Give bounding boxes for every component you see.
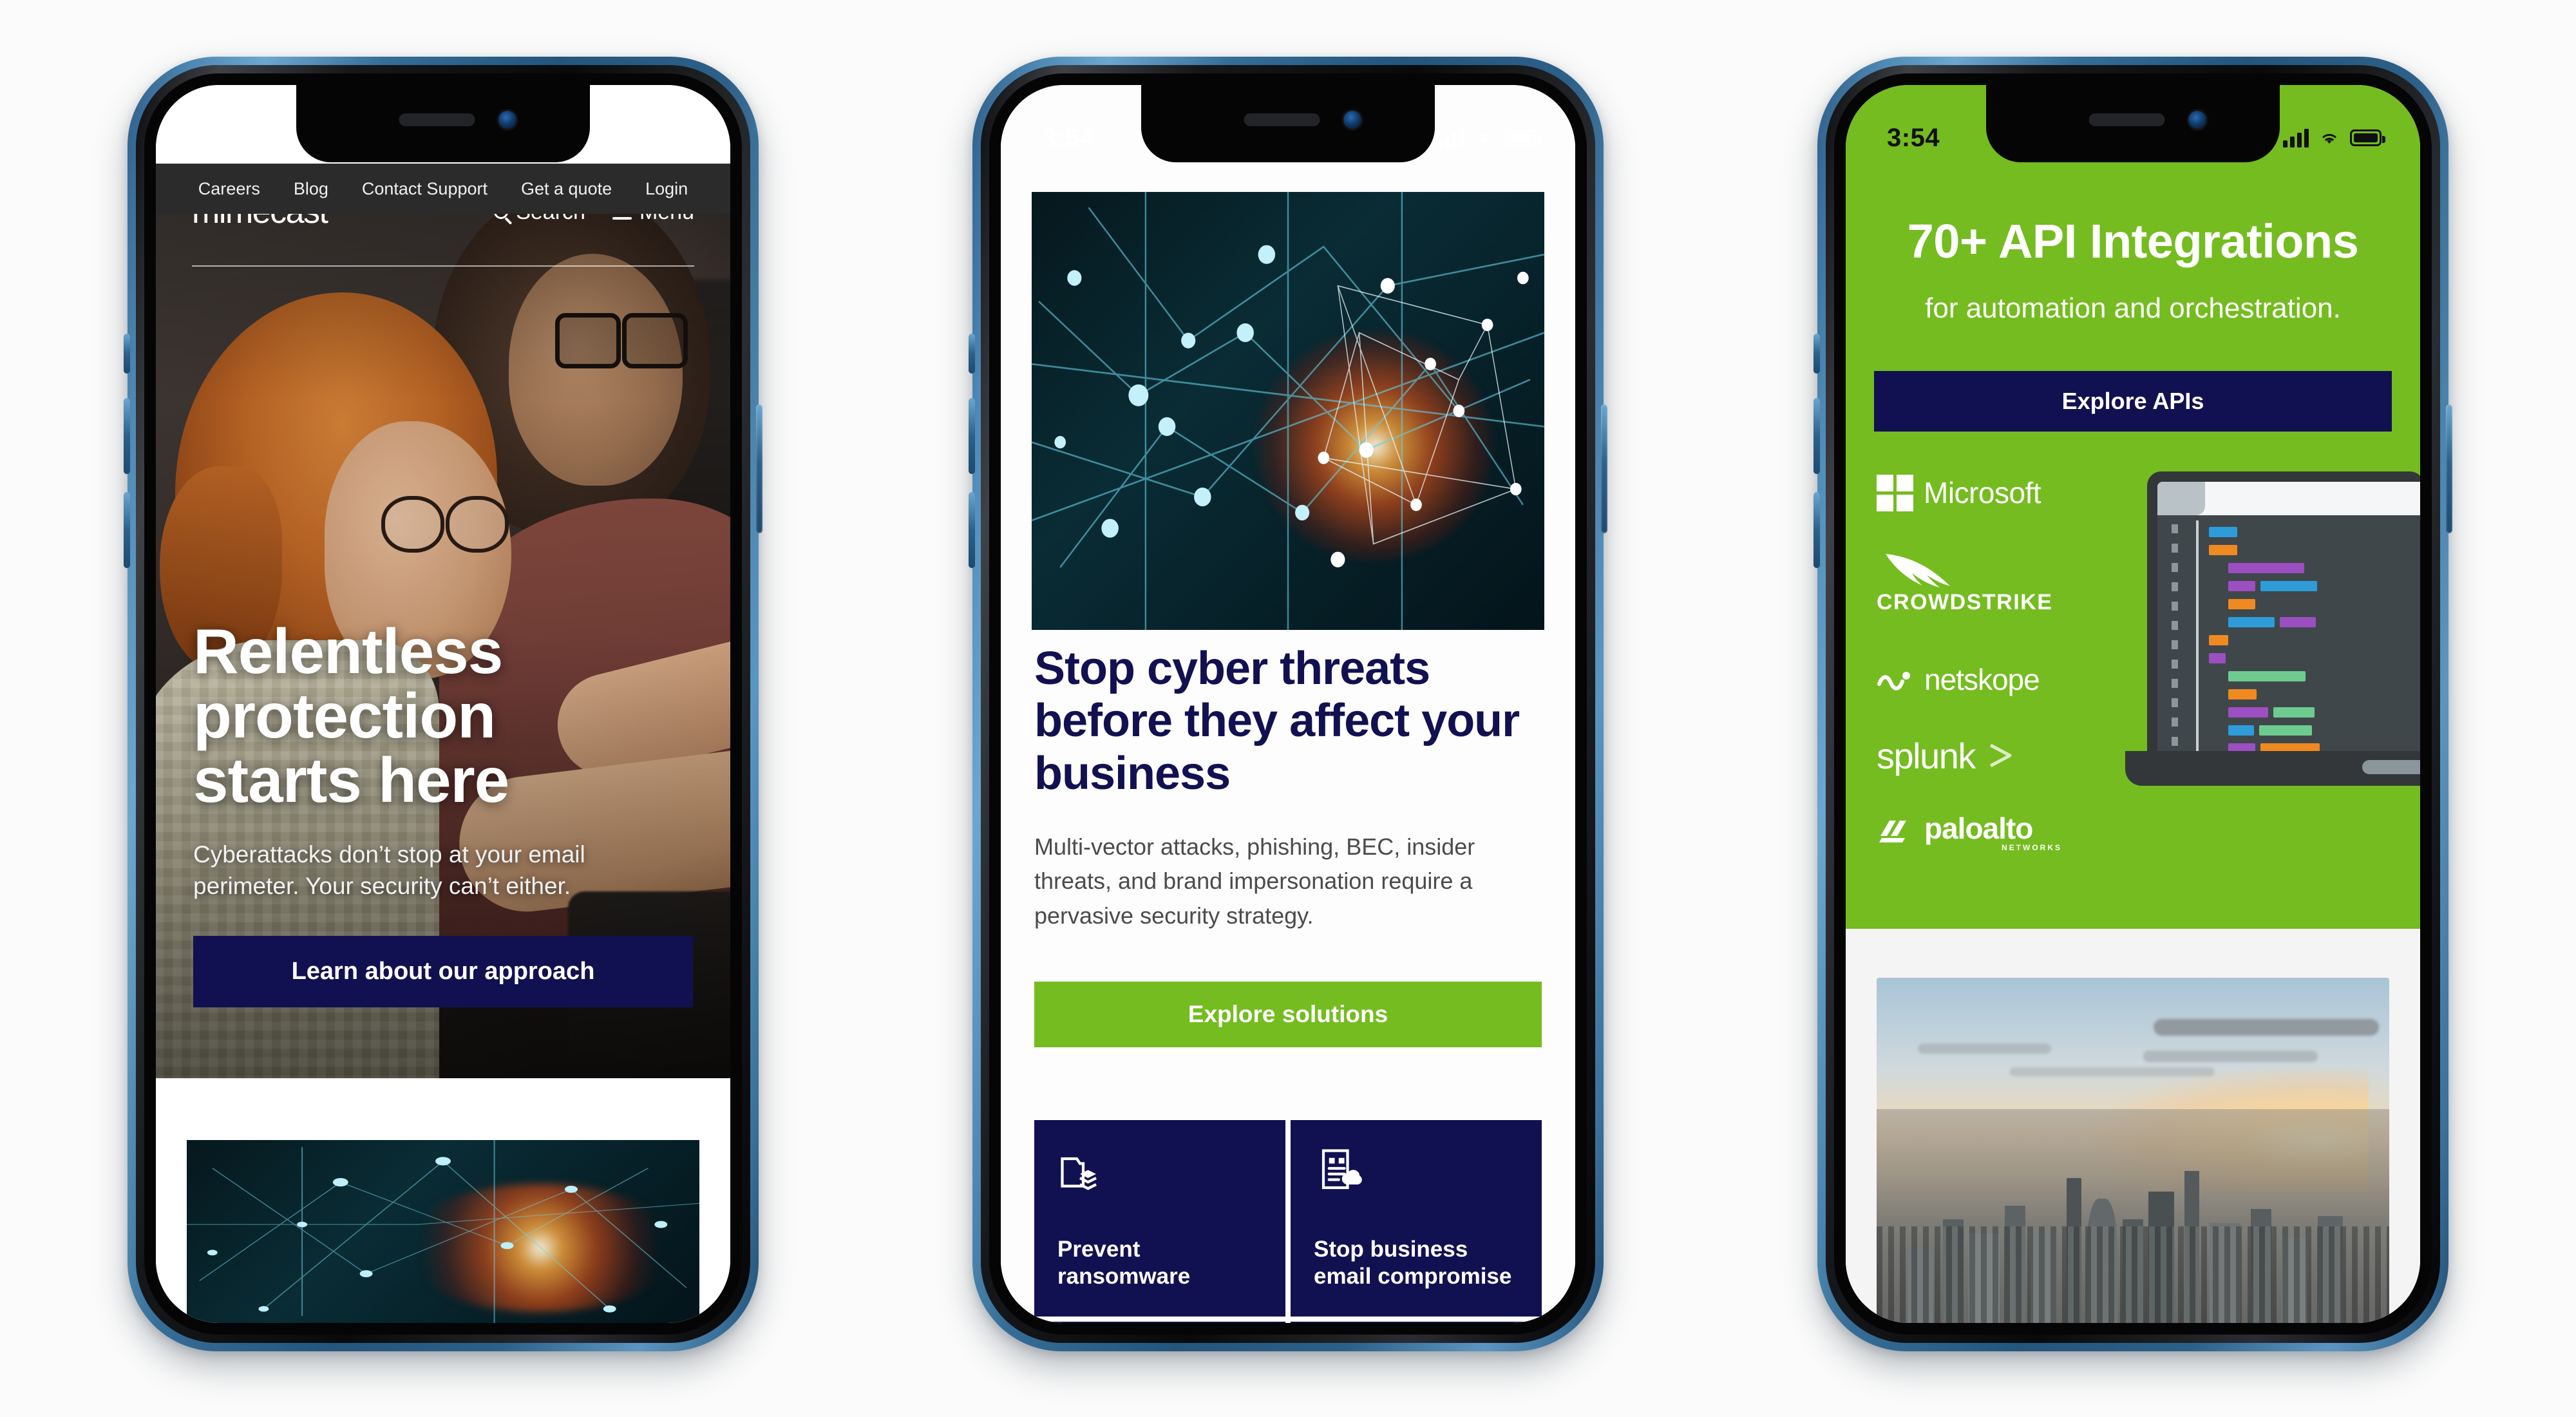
power-button[interactable] <box>1601 404 1607 533</box>
phone-screen-2: Stop cyber threats before they affect yo… <box>1001 85 1575 1323</box>
netskope-logo-icon <box>1877 672 1910 690</box>
silent-switch[interactable] <box>1814 334 1820 374</box>
network-threat-image <box>1032 192 1544 630</box>
utility-nav-item-careers[interactable]: Careers <box>198 179 260 199</box>
phone-screen-1: mimecast· Search Menu <box>156 85 730 1323</box>
volume-up-button[interactable] <box>1814 398 1820 474</box>
explore-solutions-button[interactable]: Explore solutions <box>1034 981 1542 1047</box>
solutions-copy: Stop cyber threats before they affect yo… <box>1034 643 1542 1047</box>
volume-down-button[interactable] <box>969 492 975 568</box>
hero-heading-line-2: protection <box>193 680 496 751</box>
partner-name: netskope <box>1924 663 2040 696</box>
phone-screen-3: 70+ API Integrations for automation and … <box>1846 85 2420 1323</box>
silent-switch[interactable] <box>969 334 975 374</box>
tile-three[interactable] <box>1034 1322 1285 1323</box>
explore-apis-button[interactable]: Explore APIs <box>1874 371 2392 432</box>
partner-crowdstrike[interactable]: CROWDSTRIKE <box>1877 547 2141 625</box>
display-notch <box>1141 85 1435 162</box>
tile-stop-business-email-compromise[interactable]: Stop business email compromise <box>1291 1120 1542 1317</box>
partner-paloalto[interactable]: paloalto NETWORKS <box>1877 810 2141 853</box>
silent-switch[interactable] <box>124 334 130 374</box>
power-button[interactable] <box>2446 404 2452 533</box>
folder-layers-icon <box>1057 1146 1262 1217</box>
earpiece-speaker <box>2088 113 2165 126</box>
hero-heading-line-1: Relentless <box>193 615 503 687</box>
learn-about-approach-button[interactable]: Learn about our approach <box>193 936 693 1007</box>
microsoft-logo-icon <box>1877 474 1913 511</box>
partner-subname: NETWORKS <box>2002 843 2062 852</box>
tile-prevent-ransomware[interactable]: Prevent ransomware <box>1034 1120 1285 1317</box>
partner-name: CROWDSTRIKE <box>1877 590 2053 614</box>
heading-line-2: before they affect your <box>1034 695 1520 747</box>
solution-tile-grid: Prevent ransomware Stop business email c… <box>1034 1120 1542 1323</box>
front-camera <box>2188 111 2206 129</box>
front-camera <box>1343 111 1361 129</box>
volume-down-button[interactable] <box>1814 492 1820 568</box>
utility-nav-item-get-a-quote[interactable]: Get a quote <box>521 179 612 199</box>
api-subheading: for automation and orchestration. <box>1925 292 2341 324</box>
earpiece-speaker <box>399 113 475 126</box>
city-skyline-aerial-sunset-photo <box>1877 978 2389 1323</box>
phone-mockup-1: mimecast· Search Menu <box>124 57 762 1351</box>
utility-nav: Careers Blog Contact Support Get a quote… <box>156 164 730 214</box>
partner-name: paloalto <box>1924 812 2033 845</box>
mockup-stage: mimecast· Search Menu <box>0 0 2576 1417</box>
partner-name: Microsoft <box>1924 476 2041 509</box>
utility-nav-item-login[interactable]: Login <box>645 179 688 199</box>
earpiece-speaker <box>1244 113 1320 126</box>
document-cloud-icon <box>1314 1146 1519 1217</box>
heading-line-3: business <box>1034 747 1231 799</box>
splunk-chevron-icon <box>1989 743 2012 768</box>
front-camera <box>498 111 516 129</box>
header-divider <box>192 265 694 267</box>
volume-up-button[interactable] <box>969 398 975 474</box>
partner-name: splunk <box>1877 735 1976 776</box>
power-button[interactable] <box>756 404 762 533</box>
laptop-code-editor-icon <box>2125 471 2420 806</box>
heading-line-1: Stop cyber threats <box>1034 643 1430 694</box>
api-integrations-page: 70+ API Integrations for automation and … <box>1846 85 2420 1323</box>
api-promo-panel: 70+ API Integrations for automation and … <box>1846 85 2420 929</box>
display-notch <box>296 85 590 162</box>
section-heading: Stop cyber threats before they affect yo… <box>1034 643 1542 800</box>
phone-mockup-2: Stop cyber threats before they affect yo… <box>969 57 1607 1351</box>
section-paragraph: Multi-vector attacks, phishing, BEC, ins… <box>1034 833 1475 929</box>
phone-mockup-3: 70+ API Integrations for automation and … <box>1814 57 2452 1351</box>
hero-section: mimecast· Search Menu <box>156 164 730 1078</box>
hero-heading: Relentless protection starts here <box>193 615 693 815</box>
paloalto-logo-icon <box>1879 821 1906 842</box>
mimecast-homepage: mimecast· Search Menu <box>156 85 730 1323</box>
partner-splunk[interactable]: splunk <box>1877 734 2141 777</box>
partner-microsoft[interactable]: Microsoft <box>1877 471 2141 514</box>
hero-copy: Relentless protection starts here Cybera… <box>193 615 693 1007</box>
next-section-network-image <box>187 1140 699 1323</box>
section-gap <box>156 1078 730 1140</box>
partner-logo-list: Microsoft CROWDSTRIKE netskope splunk pa… <box>1877 471 2141 853</box>
utility-nav-item-contact-support[interactable]: Contact Support <box>362 179 488 199</box>
api-heading: 70+ API Integrations <box>1907 214 2359 268</box>
tile-label: Stop business email compromise <box>1314 1236 1512 1289</box>
utility-nav-item-blog[interactable]: Blog <box>294 179 328 199</box>
solutions-page: Stop cyber threats before they affect yo… <box>1001 85 1575 1323</box>
hero-subtext: Cyberattacks don’t stop at your email pe… <box>193 841 585 900</box>
hero-heading-line-3: starts here <box>193 744 509 815</box>
partner-netskope[interactable]: netskope <box>1877 658 2141 701</box>
display-notch <box>1986 85 2280 162</box>
volume-down-button[interactable] <box>124 492 130 568</box>
tile-label: Prevent ransomware <box>1057 1236 1191 1289</box>
volume-up-button[interactable] <box>124 398 130 474</box>
tile-four[interactable] <box>1291 1322 1542 1323</box>
crowdstrike-falcon-icon <box>1886 554 1950 587</box>
